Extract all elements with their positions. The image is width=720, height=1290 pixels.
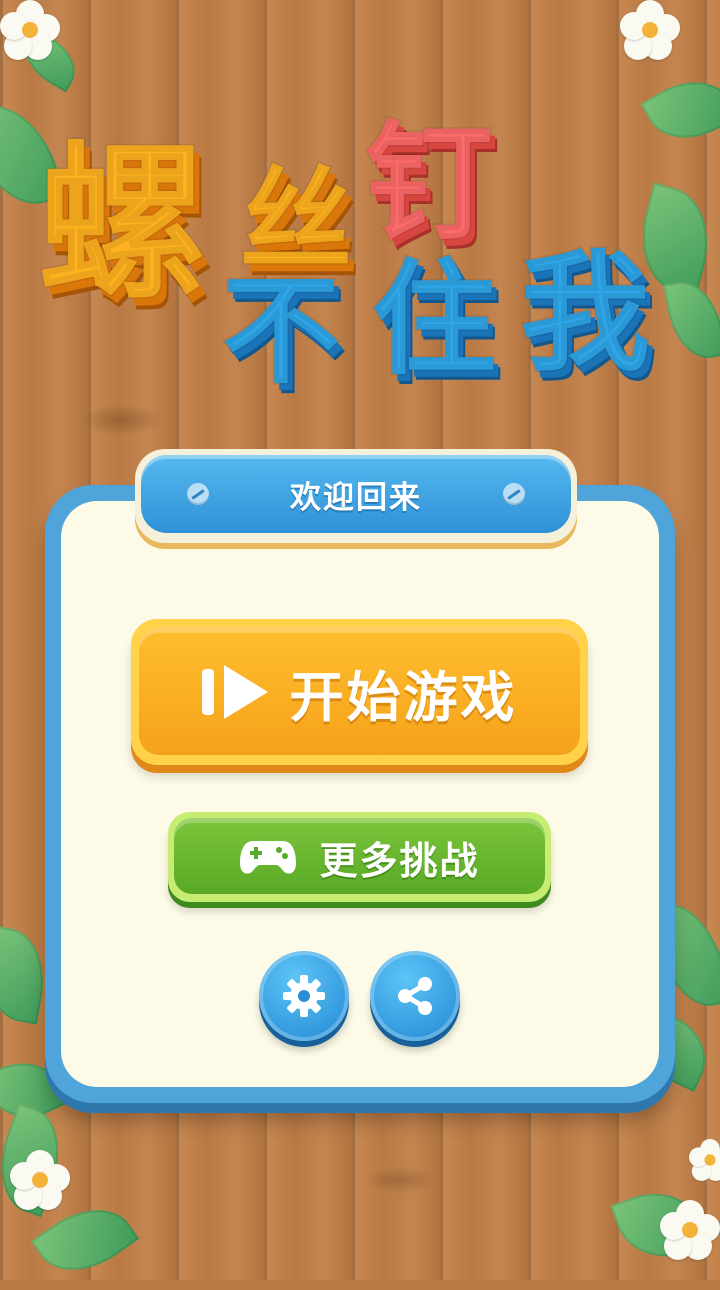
panel-body xyxy=(61,501,659,1087)
title-char: 钉 xyxy=(363,109,494,258)
share-icon xyxy=(398,977,432,1015)
title-char: 我 xyxy=(518,237,651,389)
title-char: 丝 xyxy=(239,156,354,286)
more-challenges-label: 更多挑战 xyxy=(319,838,480,883)
main-menu-panel xyxy=(45,485,675,1103)
settings-button[interactable] xyxy=(259,951,349,1041)
screw-icon xyxy=(187,483,209,505)
title-char: 螺 xyxy=(37,126,208,322)
welcome-back-title: 欢迎回来 xyxy=(290,479,422,516)
flower-decoration xyxy=(620,0,680,60)
start-game-label: 开始游戏 xyxy=(289,665,518,729)
play-icon xyxy=(201,665,272,719)
share-button[interactable] xyxy=(370,951,460,1041)
flower-decoration xyxy=(10,1150,70,1210)
title-char: 住 xyxy=(370,248,497,392)
game-title-logo: 螺 丝 钉 不 住 我 xyxy=(0,110,720,410)
screw-icon xyxy=(503,483,525,505)
start-game-button[interactable]: 开始游戏 xyxy=(131,619,588,765)
flower-decoration xyxy=(689,1139,720,1181)
panel-header: 欢迎回来 xyxy=(135,449,577,543)
flower-decoration xyxy=(0,0,60,60)
gear-icon xyxy=(283,975,325,1017)
more-challenges-button[interactable]: 更多挑战 xyxy=(168,812,551,902)
title-char: 不 xyxy=(220,262,341,400)
flower-decoration xyxy=(660,1200,720,1260)
gamepad-icon xyxy=(240,841,297,874)
